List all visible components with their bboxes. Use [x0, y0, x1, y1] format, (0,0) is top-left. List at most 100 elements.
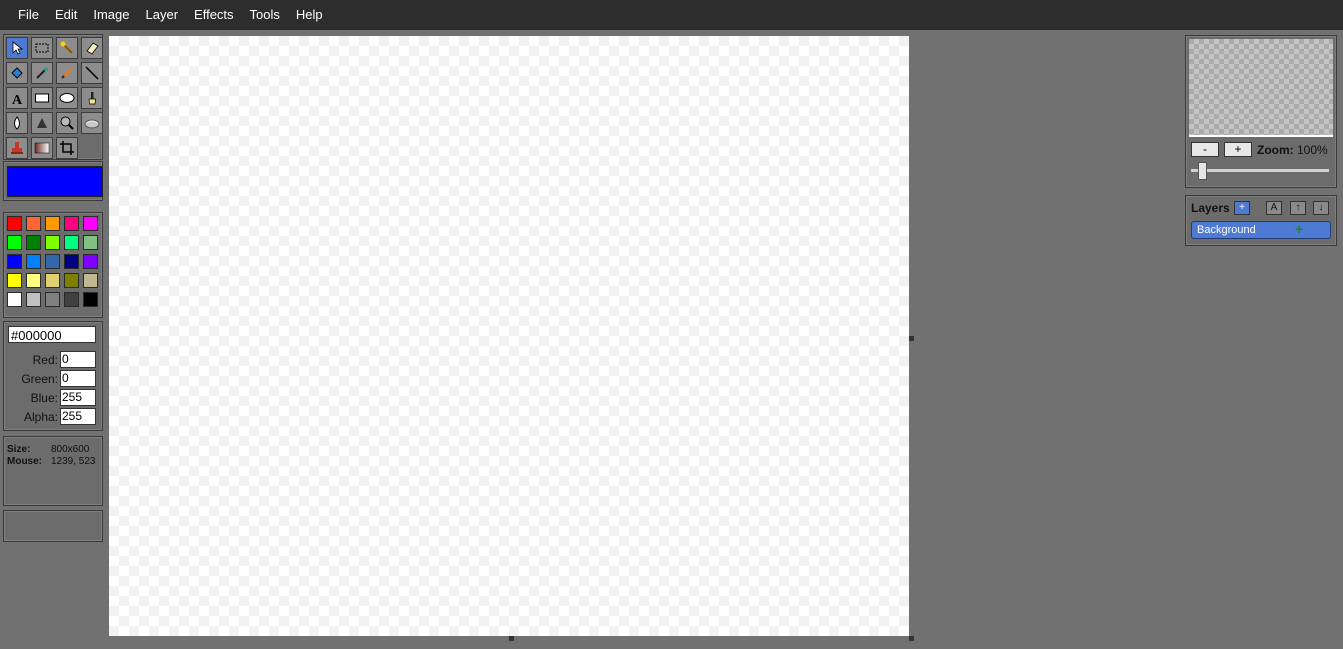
alpha-label: Alpha:	[23, 410, 58, 424]
palette-swatch[interactable]	[64, 216, 79, 231]
clone-tool[interactable]	[6, 137, 28, 159]
eraser-tool[interactable]	[81, 37, 103, 59]
palette-swatch[interactable]	[7, 273, 22, 288]
hex-color-input[interactable]: #000000	[8, 326, 96, 343]
blue-input[interactable]: 255	[60, 389, 96, 406]
size-label: Size:	[7, 444, 31, 455]
palette-swatch[interactable]	[83, 254, 98, 269]
palette-swatch[interactable]	[64, 254, 79, 269]
palette-swatch[interactable]	[64, 273, 79, 288]
rectangle-icon	[35, 93, 49, 103]
palette-swatch[interactable]	[7, 216, 22, 231]
palette-swatch[interactable]	[45, 235, 60, 250]
layer-down-button[interactable]: ↓	[1313, 201, 1329, 215]
fill-tool[interactable]	[6, 62, 28, 84]
line-tool[interactable]	[81, 62, 103, 84]
menu-effects[interactable]: Effects	[186, 0, 242, 30]
layer-item-background[interactable]: Background +	[1191, 221, 1331, 239]
palette-swatch[interactable]	[83, 273, 98, 288]
resize-handle-bottom[interactable]	[509, 636, 514, 641]
menu-edit[interactable]: Edit	[47, 0, 85, 30]
layer-name: Background	[1197, 224, 1256, 236]
add-layer-button[interactable]: +	[1234, 201, 1250, 215]
foreground-color-swatch[interactable]	[7, 166, 103, 197]
menu-bar: File Edit Image Layer Effects Tools Help	[0, 0, 1343, 30]
menu-image[interactable]: Image	[85, 0, 137, 30]
text-tool[interactable]: A	[6, 87, 28, 109]
zoom-value: 100%	[1297, 143, 1328, 157]
layer-a-button[interactable]: A	[1266, 201, 1282, 215]
palette-swatch[interactable]	[26, 254, 41, 269]
drawing-canvas[interactable]	[109, 36, 909, 636]
ellipse-icon	[59, 93, 75, 103]
details-panel	[3, 510, 103, 542]
layers-panel: Layers + A ↑ ↓ Background +	[1185, 195, 1337, 246]
zoom-in-button[interactable]: +	[1224, 142, 1252, 157]
zoom-slider-track[interactable]	[1191, 169, 1329, 172]
zoom-tool[interactable]	[56, 112, 78, 134]
brush-tool[interactable]	[81, 87, 103, 109]
menu-tools[interactable]: Tools	[242, 0, 288, 30]
magnifier-icon	[60, 116, 74, 130]
gradient-tool[interactable]	[31, 137, 53, 159]
ellipse-tool[interactable]	[56, 87, 78, 109]
palette-swatch[interactable]	[45, 273, 60, 288]
pencil-tool[interactable]	[56, 62, 78, 84]
navigator-panel: - + Zoom: 100%	[1185, 35, 1337, 188]
sharpen-tool[interactable]	[31, 112, 53, 134]
smudge-tool[interactable]	[81, 112, 103, 134]
palette-swatch[interactable]	[83, 292, 98, 307]
palette-swatch[interactable]	[7, 254, 22, 269]
palette-swatch[interactable]	[45, 254, 60, 269]
text-icon: A	[12, 93, 23, 106]
zoom-readout: Zoom: 100%	[1257, 143, 1328, 157]
paint-bucket-icon	[11, 67, 23, 79]
zoom-slider-thumb[interactable]	[1198, 162, 1207, 180]
red-input[interactable]: 0	[60, 351, 96, 368]
gradient-icon	[34, 142, 50, 154]
triangle-icon	[37, 118, 47, 128]
palette-swatch[interactable]	[26, 216, 41, 231]
palette-swatch[interactable]	[7, 235, 22, 250]
green-input[interactable]: 0	[60, 370, 96, 387]
palette-swatch[interactable]	[7, 292, 22, 307]
resize-handle-right[interactable]	[909, 336, 914, 341]
crop-icon	[60, 141, 74, 155]
navigator-preview[interactable]	[1189, 39, 1333, 137]
crop-tool[interactable]	[56, 137, 78, 159]
color-picker-tool[interactable]	[31, 62, 53, 84]
palette-swatch[interactable]	[83, 235, 98, 250]
palette-swatch[interactable]	[64, 235, 79, 250]
blue-label: Blue:	[30, 391, 58, 405]
red-label: Red:	[32, 353, 58, 367]
mouse-value: 1239, 523	[51, 456, 96, 467]
magic-wand-tool[interactable]	[56, 37, 78, 59]
rect-select-tool[interactable]	[31, 37, 53, 59]
size-value: 800x600	[51, 444, 90, 455]
palette-swatch[interactable]	[45, 216, 60, 231]
palette-swatch[interactable]	[26, 273, 41, 288]
color-palette	[3, 212, 103, 318]
layer-visible-icon[interactable]: +	[1295, 221, 1303, 237]
arrow-icon	[12, 41, 24, 55]
foreground-color-panel	[3, 161, 103, 201]
rectangle-tool[interactable]	[31, 87, 53, 109]
svg-text:A: A	[12, 93, 23, 106]
eyedropper-icon	[36, 67, 48, 79]
palette-swatch[interactable]	[64, 292, 79, 307]
palette-swatch[interactable]	[83, 216, 98, 231]
resize-handle-corner[interactable]	[909, 636, 914, 641]
stamp-icon	[11, 142, 23, 154]
layer-up-button[interactable]: ↑	[1290, 201, 1306, 215]
palette-swatch[interactable]	[26, 292, 41, 307]
select-tool[interactable]	[6, 37, 28, 59]
palette-swatch[interactable]	[45, 292, 60, 307]
alpha-input[interactable]: 255	[60, 408, 96, 425]
menu-file[interactable]: File	[10, 0, 47, 30]
menu-help[interactable]: Help	[288, 0, 331, 30]
palette-swatch[interactable]	[26, 235, 41, 250]
zoom-out-button[interactable]: -	[1191, 142, 1219, 157]
blur-tool[interactable]	[6, 112, 28, 134]
menu-layer[interactable]: Layer	[138, 0, 187, 30]
info-panel: Size: 800x600 Mouse: 1239, 523	[3, 436, 103, 506]
